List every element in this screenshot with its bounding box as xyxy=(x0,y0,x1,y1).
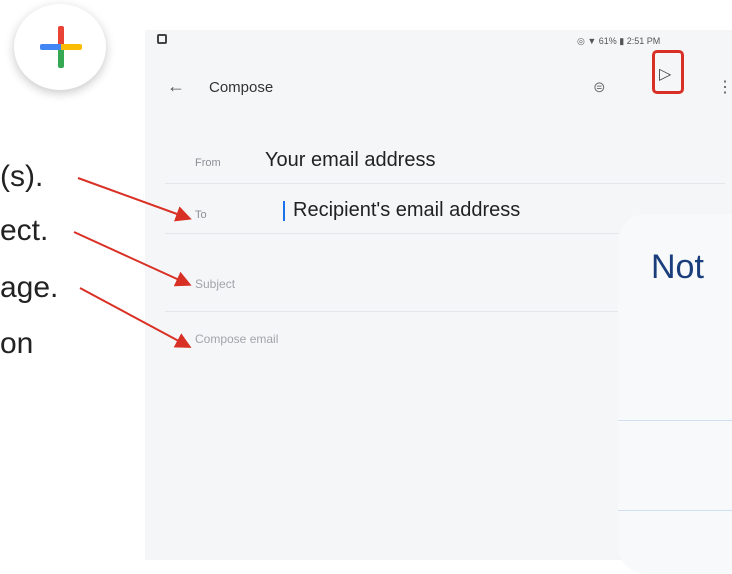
compose-body-placeholder: Compose email xyxy=(195,332,279,346)
overlay-title: Not xyxy=(651,248,704,286)
status-indicators: ◎ ▼ 61% ▮ 2:51 PM xyxy=(577,36,661,46)
slide-text-line-3: age. xyxy=(0,271,59,304)
slide-text-line-2: ect. xyxy=(0,214,49,247)
slide-text-line-1: (s). xyxy=(0,160,44,193)
text-cursor xyxy=(283,201,285,221)
to-label: To xyxy=(195,209,207,221)
notes-overlay-panel: Not xyxy=(618,214,732,574)
compose-fab-button[interactable] xyxy=(14,4,106,90)
from-label: From xyxy=(195,157,221,169)
attachment-icon[interactable]: ⊜ xyxy=(593,78,606,96)
send-icon[interactable]: ▷ xyxy=(659,64,671,84)
compose-app-bar: ← Compose ⊜ ⋮ xyxy=(145,70,732,114)
subject-placeholder: Subject xyxy=(195,277,236,291)
overlay-divider xyxy=(618,510,732,511)
compose-title: Compose xyxy=(209,79,274,96)
overlay-divider xyxy=(618,420,732,421)
to-value: Recipient's email address xyxy=(293,199,521,221)
more-options-icon[interactable]: ⋮ xyxy=(717,77,732,97)
plus-icon-bar xyxy=(40,44,82,50)
status-bar: ◎ ▼ 61% ▮ 2:51 PM xyxy=(145,30,732,54)
notification-icon xyxy=(157,34,167,44)
from-field[interactable]: From Your email address xyxy=(165,143,725,184)
from-value: Your email address xyxy=(265,149,436,171)
slide-text-line-4: on xyxy=(0,327,34,360)
back-arrow-icon[interactable]: ← xyxy=(167,76,185,97)
